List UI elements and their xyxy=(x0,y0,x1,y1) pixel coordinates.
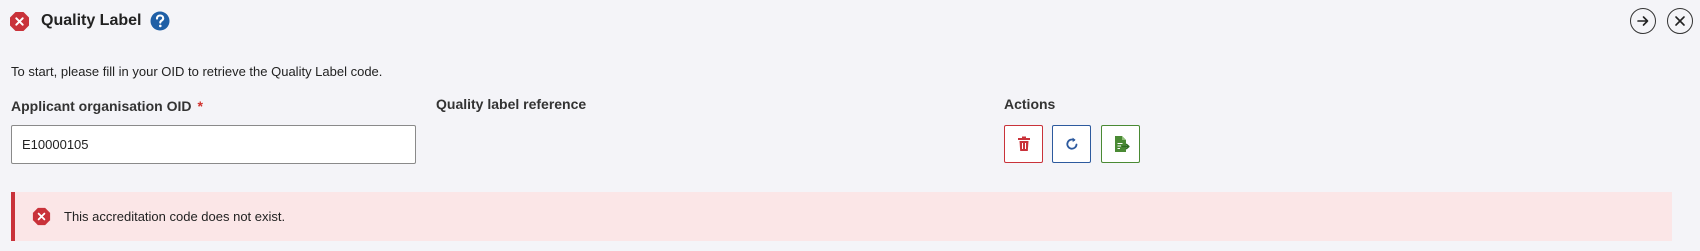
trash-icon xyxy=(1005,136,1042,152)
alert-message: This accreditation code does not exist. xyxy=(64,209,286,224)
refresh-icon xyxy=(1053,136,1090,152)
intro-text: To start, please fill in your OID to ret… xyxy=(11,64,383,79)
required-marker: * xyxy=(197,98,203,114)
error-status-icon xyxy=(9,11,30,32)
quality-label-reference-label: Quality label reference xyxy=(436,96,587,112)
export-button[interactable] xyxy=(1101,125,1140,163)
arrow-right-icon xyxy=(1631,14,1655,28)
refresh-button[interactable] xyxy=(1052,125,1091,163)
document-export-icon xyxy=(1102,135,1139,153)
help-icon[interactable] xyxy=(150,11,170,31)
oid-field-label: Applicant organisation OID * xyxy=(11,98,203,114)
delete-button[interactable] xyxy=(1004,125,1043,163)
close-icon xyxy=(1668,15,1692,27)
oid-label-text: Applicant organisation OID xyxy=(11,98,192,114)
error-circle-icon xyxy=(32,207,51,226)
actions-label: Actions xyxy=(1004,96,1056,112)
error-alert: This accreditation code does not exist. xyxy=(11,192,1672,241)
close-button[interactable] xyxy=(1667,8,1693,34)
forward-button[interactable] xyxy=(1630,8,1656,34)
oid-input[interactable] xyxy=(11,125,416,164)
panel-header: Quality Label xyxy=(0,0,1700,44)
page-title: Quality Label xyxy=(41,12,142,29)
